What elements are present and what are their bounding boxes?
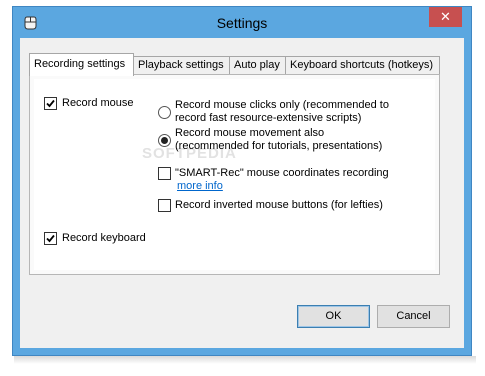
settings-window: Settings ✕ Recording settings Playback s…	[12, 6, 472, 356]
record-mouse-checkbox[interactable]	[44, 97, 57, 110]
record-keyboard-label: Record keyboard	[62, 232, 146, 244]
cancel-button[interactable]: Cancel	[377, 305, 450, 328]
radio-selected-dot	[161, 137, 168, 144]
mouse-movement-radio[interactable]	[158, 134, 171, 147]
tab-recording-settings[interactable]: Recording settings	[29, 53, 134, 76]
tab-keyboard-shortcuts[interactable]: Keyboard shortcuts (hotkeys)	[285, 56, 440, 75]
tab-playback-settings[interactable]: Playback settings	[133, 56, 230, 75]
inverted-buttons-label: Record inverted mouse buttons (for lefti…	[175, 199, 383, 211]
window-shadow	[14, 356, 476, 364]
mouse-movement-label-line1: Record mouse movement also	[175, 127, 325, 139]
recording-settings-panel: SOFTPEDIA Record mouse Record mouse clic…	[29, 74, 440, 275]
dialog-client-area: Recording settings Playback settings Aut…	[20, 38, 464, 348]
clicks-only-radio[interactable]	[158, 106, 171, 119]
inverted-buttons-checkbox[interactable]	[158, 199, 171, 212]
record-mouse-label: Record mouse	[62, 97, 134, 109]
mouse-movement-label-line2: (recommended for tutorials, presentation…	[175, 140, 383, 152]
window-title: Settings	[216, 15, 268, 31]
smart-rec-label: "SMART-Rec" mouse coordinates recording	[175, 167, 389, 179]
more-info-link[interactable]: more info	[177, 180, 223, 192]
ok-button[interactable]: OK	[297, 305, 370, 328]
checkmark-icon	[46, 99, 55, 108]
clicks-only-label-line1: Record mouse clicks only (recommended to	[175, 99, 389, 111]
tab-auto-play[interactable]: Auto play	[229, 56, 286, 75]
smart-rec-checkbox[interactable]	[158, 167, 171, 180]
checkmark-icon	[46, 234, 55, 243]
clicks-only-label-line2: record fast resource-extensive scripts)	[175, 112, 362, 124]
close-icon: ✕	[440, 9, 451, 24]
title-bar[interactable]: Settings ✕	[13, 7, 471, 38]
recording-settings-content: SOFTPEDIA Record mouse Record mouse clic…	[34, 79, 435, 270]
close-button[interactable]: ✕	[429, 7, 462, 27]
record-keyboard-checkbox[interactable]	[44, 232, 57, 245]
